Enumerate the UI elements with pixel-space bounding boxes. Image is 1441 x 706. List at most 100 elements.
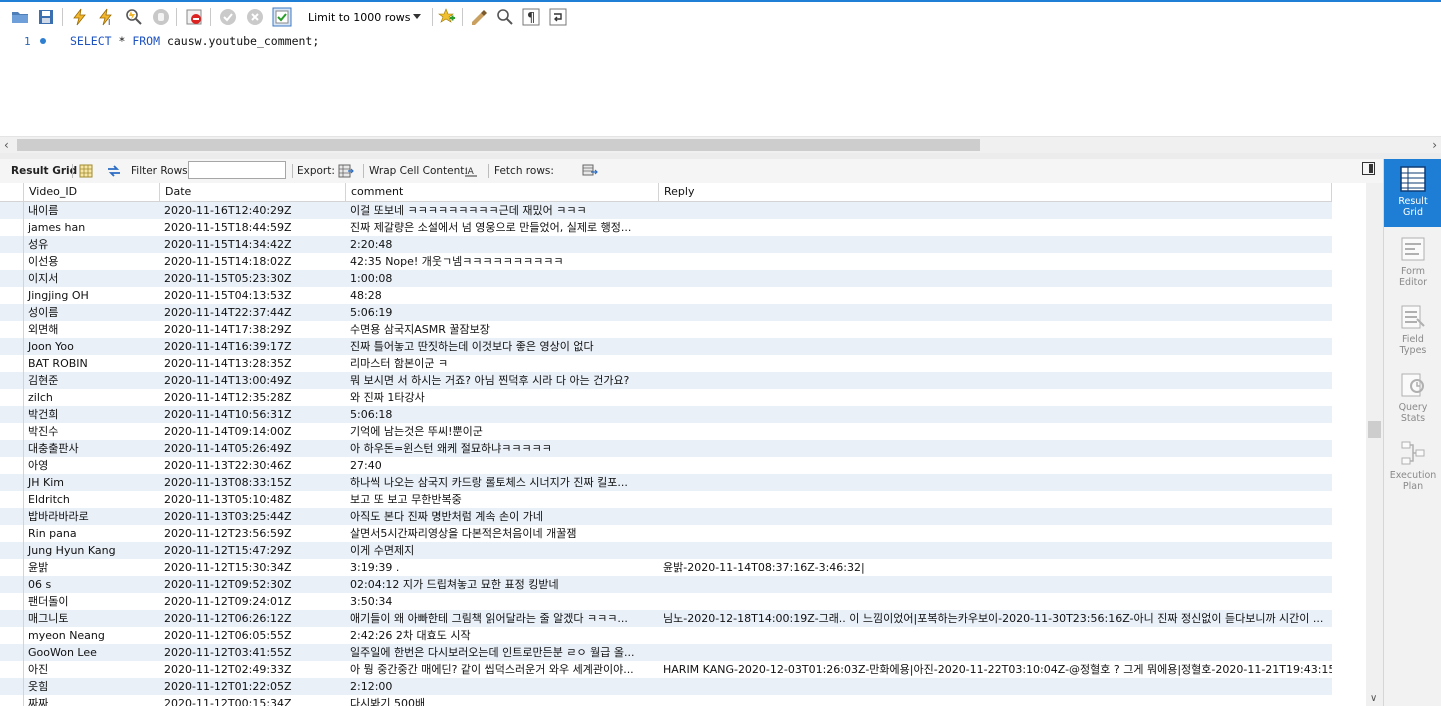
cell-date[interactable]: 2020-11-14T17:38:29Z <box>160 321 346 338</box>
row-header[interactable] <box>0 457 24 474</box>
cell-comment[interactable]: 다시봐기 500배 <box>346 695 659 706</box>
table-row[interactable]: 외면해 2020-11-14T17:38:29Z 수면용 삼국지ASMR 꿀잠보장 <box>0 321 1332 338</box>
sql-editor[interactable]: 1 SELECT * FROM causw.youtube_comment; <box>0 30 1441 136</box>
cell-comment[interactable]: 아직도 본다 진짜 명반처럼 계속 손이 가네 <box>346 508 659 525</box>
cell-comment[interactable]: 48:28 <box>346 287 659 304</box>
cell-reply[interactable] <box>659 457 1332 474</box>
table-row[interactable]: 박건희 2020-11-14T10:56:31Z 5:06:18 <box>0 406 1332 423</box>
cell-video-id[interactable]: Rin pana <box>24 525 160 542</box>
cell-date[interactable]: 2020-11-12T09:24:01Z <box>160 593 346 610</box>
cell-comment[interactable]: 2:42:26 2차 대효도 시작 <box>346 627 659 644</box>
cell-reply[interactable]: 님노-2020-12-18T14:00:19Z-그래.. 이 느낌이었어|포복하… <box>659 610 1332 627</box>
cell-comment[interactable]: 뭐 보시면 서 하시는 거죠? 아님 찐덕후 시라 다 아는 건가요? <box>346 372 659 389</box>
table-row[interactable]: 06 s 2020-11-12T09:52:30Z 02:04:12 지가 드립쳐놓… <box>0 576 1332 593</box>
cell-comment[interactable]: 일주일에 한번은 다시보러오는데 인트로만든분 ㄹㅇ 월급 올... <box>346 644 659 661</box>
cell-comment[interactable]: 27:40 <box>346 457 659 474</box>
table-row[interactable]: 박진수 2020-11-14T09:14:00Z 기억에 남는것은 뚜씨!뿐이군 <box>0 423 1332 440</box>
find-icon[interactable] <box>495 7 515 27</box>
wrap-cell-icon[interactable]: IA <box>463 163 479 179</box>
execute-current-icon[interactable]: I <box>97 7 117 27</box>
beautify-icon[interactable] <box>469 7 489 27</box>
stop-icon[interactable] <box>151 7 171 27</box>
refresh-icon[interactable] <box>106 163 122 179</box>
cell-date[interactable]: 2020-11-14T10:56:31Z <box>160 406 346 423</box>
table-row[interactable]: BAT ROBIN 2020-11-14T13:28:35Z 리마스터 함본이군 ㅋ <box>0 355 1332 372</box>
cell-reply[interactable] <box>659 202 1332 219</box>
cell-video-id[interactable]: Jingjing OH <box>24 287 160 304</box>
cell-reply[interactable] <box>659 253 1332 270</box>
cell-comment[interactable]: 하나씩 나오는 삼국지 카드랑 롤토체스 시너지가 진짜 킬포... <box>346 474 659 491</box>
cell-date[interactable]: 2020-11-15T05:23:30Z <box>160 270 346 287</box>
table-row[interactable]: 성이름 2020-11-14T22:37:44Z 5:06:19 <box>0 304 1332 321</box>
cell-reply[interactable] <box>659 627 1332 644</box>
cell-reply[interactable] <box>659 508 1332 525</box>
cell-date[interactable]: 2020-11-12T01:22:05Z <box>160 678 346 695</box>
cell-reply[interactable] <box>659 593 1332 610</box>
cell-comment[interactable]: 5:06:18 <box>346 406 659 423</box>
row-header[interactable] <box>0 627 24 644</box>
cell-reply[interactable] <box>659 423 1332 440</box>
cell-comment[interactable]: 애기들이 왜 아빠한테 그림책 읽어달라는 줄 알겠다 ㅋㅋㅋ... <box>346 610 659 627</box>
cell-reply[interactable] <box>659 576 1332 593</box>
row-header[interactable] <box>0 644 24 661</box>
cell-video-id[interactable]: 아진 <box>24 661 160 678</box>
cell-video-id[interactable]: Eldritch <box>24 491 160 508</box>
table-row[interactable]: 옷힘 2020-11-12T01:22:05Z 2:12:00 <box>0 678 1332 695</box>
column-header-reply[interactable]: Reply <box>659 183 1332 201</box>
cell-reply[interactable] <box>659 406 1332 423</box>
cell-comment[interactable]: 42:35 Nope! 개웃ㄱ넴ㅋㅋㅋㅋㅋㅋㅋㅋㅋㅋ <box>346 253 659 270</box>
cell-comment[interactable]: 02:04:12 지가 드립쳐놓고 묘한 표정 킹받네 <box>346 576 659 593</box>
table-row[interactable]: 내이름 2020-11-16T12:40:29Z 이걸 또보네 ㅋㅋㅋㅋㅋㅋㅋㅋㅋ근… <box>0 202 1332 219</box>
table-row[interactable]: 매그니토 2020-11-12T06:26:12Z 애기들이 왜 아빠한테 그림책 … <box>0 610 1332 627</box>
cell-reply[interactable] <box>659 389 1332 406</box>
scrollbar-thumb[interactable] <box>17 139 980 151</box>
cell-date[interactable]: 2020-11-13T03:25:44Z <box>160 508 346 525</box>
row-header[interactable] <box>0 661 24 678</box>
cell-comment[interactable]: 1:00:08 <box>346 270 659 287</box>
cell-video-id[interactable]: 밥바라바라로 <box>24 508 160 525</box>
cell-video-id[interactable]: 옷힘 <box>24 678 160 695</box>
cell-reply[interactable] <box>659 270 1332 287</box>
cell-comment[interactable]: 아 뭥 중간중간 매에딘? 같이 씹덕스러운거 와우 세계관이야... <box>346 661 659 678</box>
table-row[interactable]: 윤밝 2020-11-12T15:30:34Z 3:19:39 . 윤밝-2020-1… <box>0 559 1332 576</box>
row-header[interactable] <box>0 508 24 525</box>
scroll-down-icon[interactable]: ∨ <box>1370 693 1377 704</box>
invisible-chars-icon[interactable]: ¶ <box>521 7 541 27</box>
row-header[interactable] <box>0 423 24 440</box>
grid-view-icon[interactable] <box>78 163 94 179</box>
filter-rows-input[interactable] <box>188 161 286 179</box>
column-header-date[interactable]: Date <box>160 183 346 201</box>
cell-video-id[interactable]: 박진수 <box>24 423 160 440</box>
editor-horizontal-scrollbar[interactable]: ‹ › <box>0 136 1441 154</box>
cell-reply[interactable] <box>659 304 1332 321</box>
cell-date[interactable]: 2020-11-15T04:13:53Z <box>160 287 346 304</box>
cell-video-id[interactable]: 외면해 <box>24 321 160 338</box>
row-header[interactable] <box>0 372 24 389</box>
cell-reply[interactable]: 윤밝-2020-11-14T08:37:16Z-3:46:32| <box>659 559 1332 576</box>
row-header[interactable] <box>0 304 24 321</box>
cell-comment[interactable]: 2:12:00 <box>346 678 659 695</box>
cell-video-id[interactable]: JH Kim <box>24 474 160 491</box>
cell-reply[interactable] <box>659 491 1332 508</box>
side-tab-query-stats[interactable]: Query Stats <box>1384 365 1441 431</box>
table-row[interactable]: Joon Yoo 2020-11-14T16:39:17Z 진짜 틀어놓고 딴짓하는… <box>0 338 1332 355</box>
cell-date[interactable]: 2020-11-12T06:26:12Z <box>160 610 346 627</box>
table-row[interactable]: zilch 2020-11-14T12:35:28Z 와 진짜 1타강사 <box>0 389 1332 406</box>
table-row[interactable]: Eldritch 2020-11-13T05:10:48Z 보고 또 보고 무한반복… <box>0 491 1332 508</box>
cell-date[interactable]: 2020-11-16T12:40:29Z <box>160 202 346 219</box>
row-header[interactable] <box>0 525 24 542</box>
row-header[interactable] <box>0 593 24 610</box>
cell-comment[interactable]: 5:06:19 <box>346 304 659 321</box>
cell-reply[interactable] <box>659 440 1332 457</box>
cell-comment[interactable]: 이걸 또보네 ㅋㅋㅋㅋㅋㅋㅋㅋㅋ근데 재밌어 ㅋㅋㅋ <box>346 202 659 219</box>
cell-reply[interactable] <box>659 321 1332 338</box>
scroll-left-icon[interactable]: ‹ <box>4 138 9 152</box>
cell-reply[interactable] <box>659 695 1332 706</box>
table-row[interactable]: 이지서 2020-11-15T05:23:30Z 1:00:08 <box>0 270 1332 287</box>
row-header[interactable] <box>0 491 24 508</box>
cell-comment[interactable]: 3:50:34 <box>346 593 659 610</box>
row-header[interactable] <box>0 202 24 219</box>
row-header[interactable] <box>0 253 24 270</box>
column-header-video-id[interactable]: Video_ID <box>24 183 160 201</box>
wrap-icon[interactable] <box>548 7 568 27</box>
